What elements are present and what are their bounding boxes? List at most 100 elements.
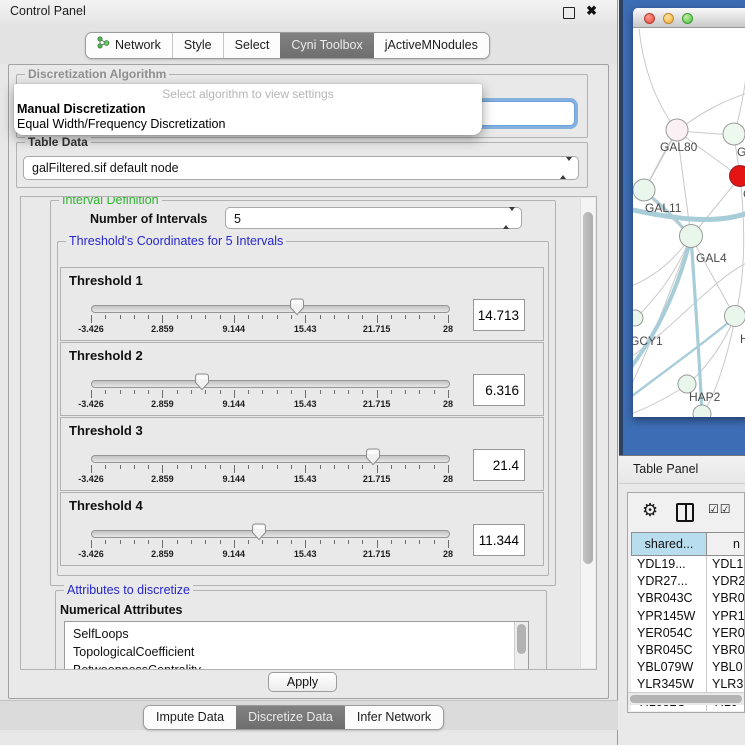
list-scrollbar[interactable] — [514, 622, 528, 670]
close-traffic-light[interactable] — [644, 13, 655, 24]
slider-tick-labels: -3.4262.8599.14415.4321.71528 — [91, 399, 448, 411]
table-row[interactable]: YDR27...YDR2 — [631, 573, 745, 590]
select-columns-icon[interactable]: ☑☑ — [708, 502, 732, 516]
tab-jactivemnodules[interactable]: jActiveMNodules — [374, 33, 489, 58]
tab-select[interactable]: Select — [223, 33, 281, 58]
cell-shared-name[interactable]: YBR045C — [631, 642, 707, 659]
cell-name[interactable]: YDL1 — [707, 556, 745, 573]
slider-tick-labels: -3.4262.8599.14415.4321.71528 — [91, 474, 448, 486]
slider-thumb[interactable] — [251, 523, 267, 541]
attribute-item[interactable]: SelfLoops — [65, 625, 528, 643]
cell-shared-name[interactable]: YDL19... — [631, 556, 707, 573]
node-right[interactable] — [725, 306, 745, 327]
tick-label: 9.144 — [223, 324, 246, 334]
scrollbar-thumb[interactable] — [583, 212, 593, 564]
threshold-value-field[interactable]: 6.316 — [473, 374, 525, 406]
number-of-intervals-combobox[interactable]: 5 — [225, 207, 522, 229]
cell-name[interactable]: YBL0 — [707, 659, 745, 676]
cell-shared-name[interactable]: YER054C — [631, 625, 707, 642]
attribute-item[interactable]: BetweennessCentrality — [65, 661, 528, 670]
node-gal11[interactable] — [633, 179, 655, 201]
table-row[interactable]: YBR043CYBR0 — [631, 590, 745, 607]
table-rows: YDL19...YDL1YDR27...YDR2YBR043CYBR0YPR14… — [631, 556, 745, 711]
table-data-combobox[interactable]: galFiltered.sif default node — [23, 156, 579, 180]
network-graph[interactable]: GAL80 GA C GAL11 GAL4 GCY1 H HAP2 — [633, 29, 745, 417]
algorithm-option-equal-width[interactable]: Equal Width/Frequency Discretization — [14, 117, 482, 132]
tick-label: 2.859 — [151, 474, 174, 484]
table-row[interactable]: YER054CYER0 — [631, 625, 745, 642]
tick-label: 28 — [443, 399, 453, 409]
table-header-row: shared... n — [631, 532, 745, 556]
table-horizontal-scrollbar[interactable] — [628, 692, 744, 705]
cell-shared-name[interactable]: YBR043C — [631, 590, 707, 607]
discretization-algorithm-label: Discretization Algorithm — [25, 67, 169, 81]
float-window-icon[interactable] — [563, 7, 575, 19]
threshold-value-field[interactable]: 14.713 — [473, 299, 525, 331]
split-columns-icon[interactable] — [676, 503, 694, 522]
cell-shared-name[interactable]: YDR27... — [631, 573, 707, 590]
zoom-traffic-light[interactable] — [682, 13, 693, 24]
algorithm-option-manual[interactable]: Manual Discretization — [14, 102, 482, 117]
scrollbar-thumb[interactable] — [630, 695, 742, 703]
table-row[interactable]: YBR045CYBR0 — [631, 642, 745, 659]
cell-name[interactable]: YBR0 — [707, 642, 745, 659]
tick-label: -3.426 — [78, 474, 104, 484]
table-data-label: Table Data — [25, 135, 91, 149]
cell-name[interactable]: YBR0 — [707, 590, 745, 607]
bottom-tab-group: Impute Data Discretize Data Infer Networ… — [143, 705, 444, 730]
node-selected-red[interactable] — [730, 166, 745, 187]
cell-name[interactable]: YLR3 — [707, 676, 745, 693]
threshold-value-field[interactable]: 21.4 — [473, 449, 525, 481]
threshold-slider-track[interactable] — [91, 305, 450, 313]
table-row[interactable]: YDL19...YDL1 — [631, 556, 745, 573]
threshold-slider-track[interactable] — [91, 530, 450, 538]
slider-thumb[interactable] — [365, 448, 381, 466]
threshold-slider-track[interactable] — [91, 455, 450, 463]
table-row[interactable]: YPR145WYPR1 — [631, 608, 745, 625]
tick-label: 28 — [443, 549, 453, 559]
table-row[interactable]: YLR345WYLR3 — [631, 676, 745, 693]
tab-style[interactable]: Style — [172, 33, 223, 58]
slider-thumb[interactable] — [194, 373, 210, 391]
threshold-value-field[interactable]: 11.344 — [473, 524, 525, 556]
node-label: GA — [737, 145, 745, 159]
cell-name[interactable]: YDR2 — [707, 573, 745, 590]
tick-label: 15.43 — [294, 549, 317, 559]
control-panel-titlebar: Control Panel ✖ — [0, 0, 617, 25]
column-header-shared-name[interactable]: shared... — [631, 532, 707, 556]
numerical-attributes-list[interactable]: SelfLoopsTopologicalCoefficientBetweenne… — [64, 621, 529, 670]
gear-icon[interactable]: ⚙ — [642, 500, 658, 520]
threshold-slider-track[interactable] — [91, 380, 450, 388]
close-icon[interactable]: ✖ — [586, 3, 597, 19]
slider-thumb[interactable] — [289, 298, 305, 316]
table-data-group: Table Data galFiltered.sif default node — [16, 142, 588, 188]
node-gal4[interactable] — [680, 225, 703, 248]
node-bottom[interactable] — [693, 405, 711, 417]
tick-label: 9.144 — [223, 549, 246, 559]
tick-label: 28 — [443, 324, 453, 334]
table-panel-body: ⚙ ☑☑ shared... n YDL19...YDL1YDR27...YDR… — [619, 485, 745, 745]
cell-name[interactable]: YER0 — [707, 625, 745, 642]
tick-label: 9.144 — [223, 399, 246, 409]
table-panel-inner: ⚙ ☑☑ shared... n YDL19...YDL1YDR27...YDR… — [627, 492, 745, 713]
cell-name[interactable]: YPR1 — [707, 608, 745, 625]
threshold-label: Threshold 3 — [69, 423, 143, 438]
table-row[interactable]: YBL079WYBL0 — [631, 659, 745, 676]
cell-shared-name[interactable]: YBL079W — [631, 659, 707, 676]
tick-label: -3.426 — [78, 549, 104, 559]
apply-button[interactable]: Apply — [268, 672, 337, 692]
cell-shared-name[interactable]: YLR345W — [631, 676, 707, 693]
tab-network[interactable]: Network — [86, 33, 172, 58]
tab-cyni-toolbox[interactable]: Cyni Toolbox — [280, 33, 373, 58]
cell-shared-name[interactable]: YPR145W — [631, 608, 707, 625]
column-header-name[interactable]: n — [707, 532, 745, 556]
tab-infer-network[interactable]: Infer Network — [345, 706, 443, 729]
tab-impute-data[interactable]: Impute Data — [144, 706, 236, 729]
settings-vertical-scrollbar[interactable] — [580, 198, 595, 668]
tab-discretize-data[interactable]: Discretize Data — [236, 706, 345, 729]
node-gal80[interactable] — [666, 119, 688, 141]
node-top-right[interactable] — [723, 123, 745, 145]
threshold-panel: Threshold 2-3.4262.8599.14415.4321.71528… — [60, 342, 544, 416]
minimize-traffic-light[interactable] — [663, 13, 674, 24]
attribute-item[interactable]: TopologicalCoefficient — [65, 643, 528, 661]
